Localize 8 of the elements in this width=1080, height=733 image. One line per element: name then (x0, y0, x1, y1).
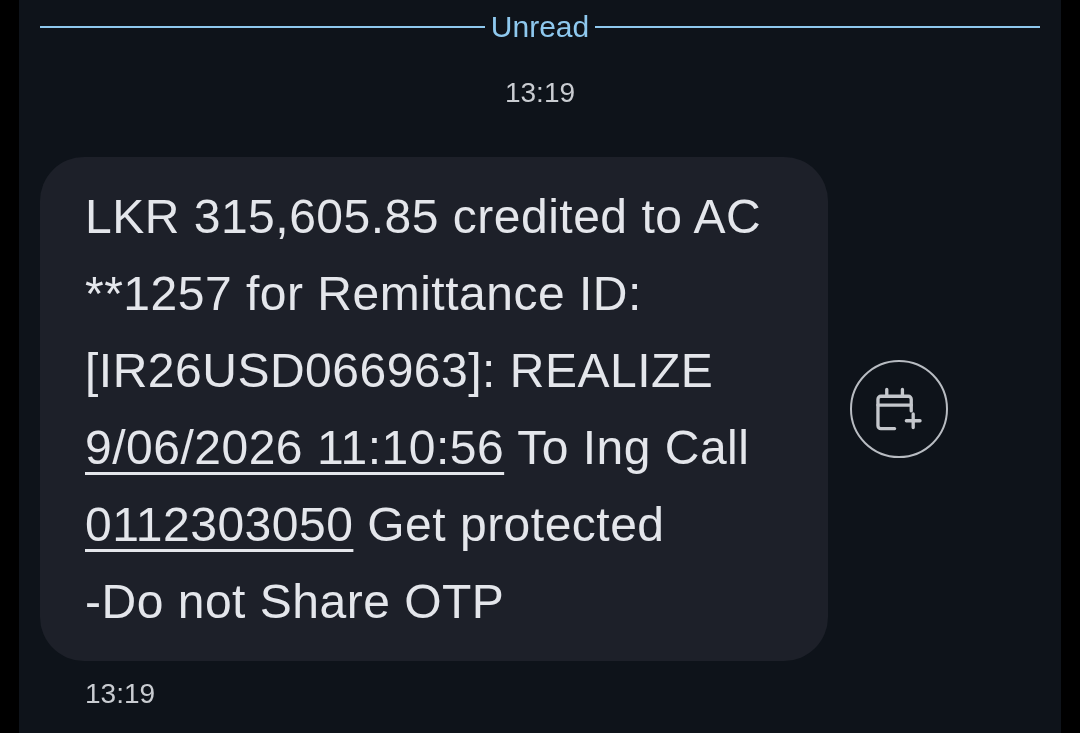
timestamp: 13:19 (85, 678, 156, 709)
message-text: LKR 315,605.85 credited to AC **1257 for Remittance ID: [IR26USD066963]: REALIZE 9/06/2026 11:10:56 To Ing Call 0112303050 Get protected -Do not Share OTP (85, 189, 763, 630)
timestamp: 13:19 (504, 76, 576, 110)
add-to-calendar-button[interactable] (850, 360, 948, 458)
calendar-plus-icon (876, 387, 922, 431)
link[interactable]: 9/06/2026 11:10:56 (85, 421, 505, 474)
link[interactable]: 0112303050 (85, 498, 354, 551)
unread-label: Unread (490, 10, 590, 44)
